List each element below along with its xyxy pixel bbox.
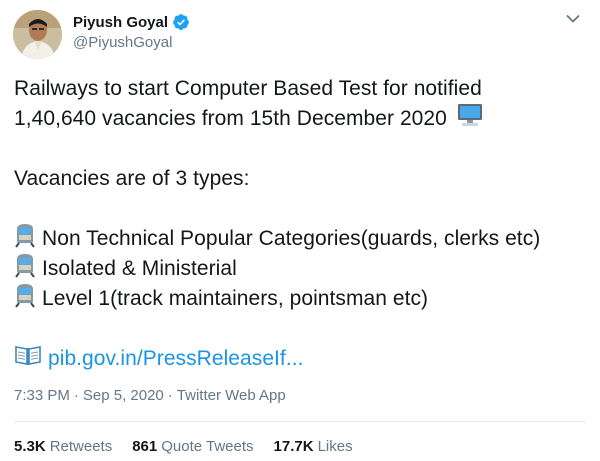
likes-stat[interactable]: 17.7K Likes [274,438,353,455]
avatar-photo [13,10,62,59]
train-icon [14,282,36,317]
tweet-line: Railways to start Computer Based Test fo… [14,74,594,104]
tweet-text: Railways to start Computer Based Test fo… [14,74,594,374]
handle[interactable]: @PiyushGoyal [73,34,190,51]
quote-tweets-label: Quote Tweets [161,437,254,455]
author-block[interactable]: Piyush Goyal @PiyushGoyal [73,11,190,51]
likes-count: 17.7K [273,437,314,455]
tweet-meta: 7:33 PM · Sep 5, 2020 · Twitter Web App [14,385,286,405]
tweet-stats: 5.3K Retweets 861 Quote Tweets 17.7K Lik… [14,436,373,456]
retweets-label: Retweets [49,437,113,455]
verified-badge-icon [173,14,189,30]
desktop-computer-icon [457,103,483,136]
tweet-link[interactable]: pib.gov.in/PressReleaseIf... [48,344,303,374]
meta-separator: · [73,386,79,404]
tweet-line: Vacancies are of 3 types: [14,164,594,194]
likes-label: Likes [317,437,353,455]
list-item-text: Non Technical Popular Categories(guards,… [42,227,541,250]
retweets-count: 5.3K [14,437,46,455]
tweet-source[interactable]: Twitter Web App [177,387,286,404]
list-item-text: Level 1(track maintainers, pointsman etc… [42,287,429,310]
tweet-link-line: pib.gov.in/PressReleaseIf... [14,344,594,374]
tweet-line-4: Vacancies are of 3 types: [14,167,250,190]
tweet-time[interactable]: 7:33 PM [14,387,70,404]
tweet-line: 1,40,640 vacancies from 15th December 20… [14,103,594,136]
list-item: Non Technical Popular Categories(guards,… [14,223,594,254]
quote-tweets-stat[interactable]: 861 Quote Tweets [132,438,253,455]
tweet-line-1: Railways to start Computer Based Test fo… [14,77,482,100]
open-book-icon [14,344,42,375]
meta-separator: · [167,386,173,404]
list-item: Level 1(track maintainers, pointsman etc… [14,282,594,317]
list-item: Isolated & Ministerial [14,253,594,284]
tweet-line-2: 1,40,640 vacancies from 15th December 20… [14,107,447,130]
divider [14,421,586,422]
chevron-down-icon[interactable] [566,14,580,24]
tweet-date[interactable]: Sep 5, 2020 [83,387,164,404]
list-item-text: Isolated & Ministerial [42,257,237,280]
display-name[interactable]: Piyush Goyal [73,14,168,31]
avatar[interactable] [13,10,62,59]
retweets-stat[interactable]: 5.3K Retweets [14,438,112,455]
quote-tweets-count: 861 [132,437,158,455]
